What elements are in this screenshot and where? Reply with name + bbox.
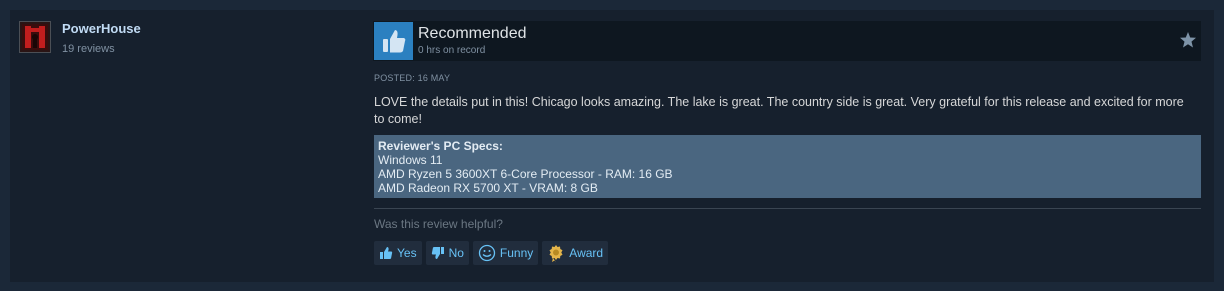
- divider: [374, 208, 1201, 209]
- avatar[interactable]: [19, 21, 51, 53]
- author-name[interactable]: PowerHouse: [62, 21, 141, 36]
- helpful-buttons: Yes No Funny Award: [374, 241, 609, 265]
- award-icon: [549, 245, 563, 262]
- thumbs-up-icon: [374, 22, 413, 60]
- helpful-prompt: Was this review helpful?: [374, 217, 503, 231]
- pc-specs-title: Reviewer's PC Specs:: [378, 139, 503, 153]
- review-verdict: Recommended: [418, 25, 527, 42]
- star-icon[interactable]: [1179, 31, 1197, 49]
- no-label: No: [448, 246, 464, 260]
- thumbs-up-icon: [380, 247, 393, 259]
- pc-spec-line: Windows 11: [378, 153, 443, 167]
- pc-spec-line: AMD Radeon RX 5700 XT - VRAM: 8 GB: [378, 181, 598, 195]
- funny-label: Funny: [499, 246, 534, 260]
- thumbs-down-icon: [431, 247, 444, 259]
- award-label: Award: [569, 246, 604, 260]
- funny-button[interactable]: Funny: [472, 241, 539, 265]
- pc-spec-line: AMD Ryzen 5 3600XT 6-Core Processor - RA…: [378, 167, 673, 181]
- yes-label: Yes: [397, 246, 417, 260]
- red-figure-avatar-icon: [22, 24, 48, 50]
- author-review-count[interactable]: 19 reviews: [62, 43, 115, 55]
- posted-date: POSTED: 16 MAY: [374, 73, 451, 83]
- award-button[interactable]: Award: [542, 241, 609, 265]
- no-button[interactable]: No: [425, 241, 469, 265]
- vote-header: Recommended 0 hrs on record: [373, 21, 1201, 61]
- smiley-icon: [478, 244, 496, 262]
- review-card: PowerHouse 19 reviews Recommended 0 hrs …: [10, 10, 1214, 282]
- yes-button[interactable]: Yes: [374, 241, 422, 265]
- review-text: LOVE the details put in this! Chicago lo…: [374, 95, 1184, 126]
- pc-specs-box: Reviewer's PC Specs: Windows 11 AMD Ryze…: [374, 135, 1201, 198]
- hours-on-record: 0 hrs on record: [418, 45, 486, 56]
